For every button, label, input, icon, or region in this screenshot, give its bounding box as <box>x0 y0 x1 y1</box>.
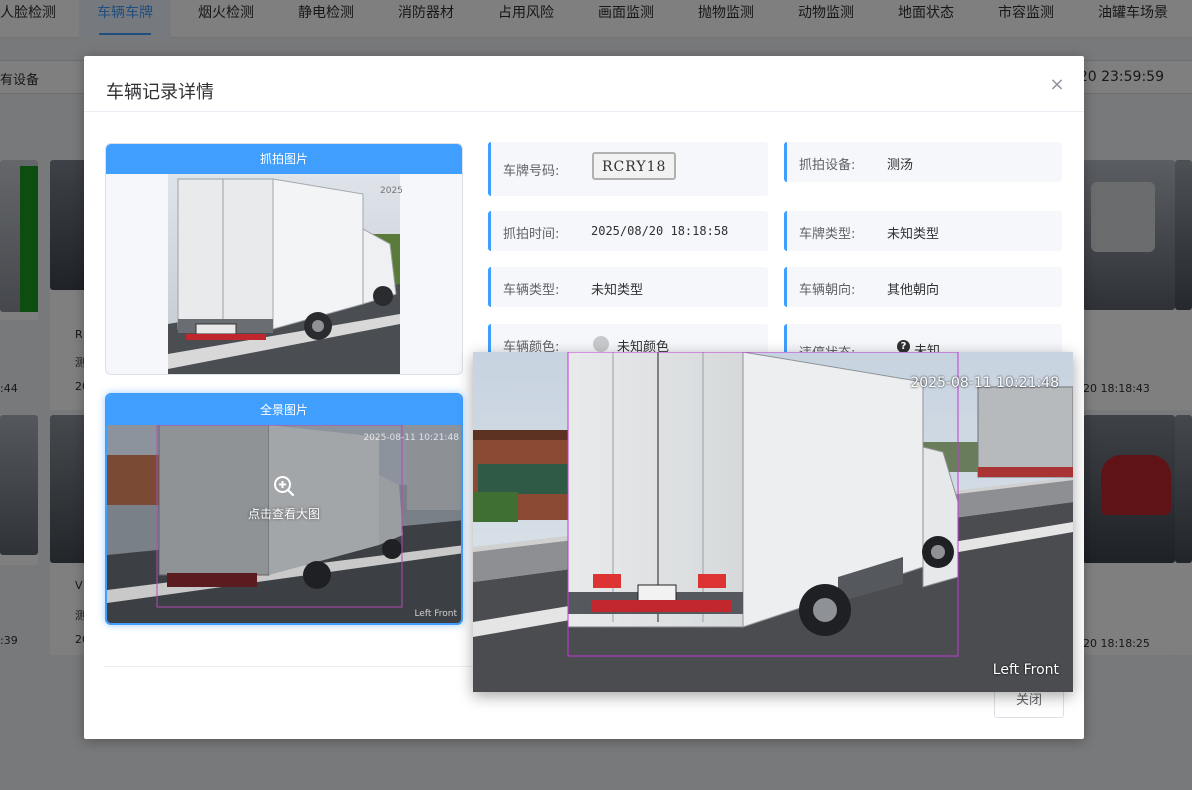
capture-time-label: 抓拍时间: <box>503 227 560 242</box>
zoom-in-icon <box>274 476 295 497</box>
capture-time-field: 抓拍时间: 2025/08/20 18:18:58 <box>488 211 768 251</box>
plate-number-field: 车牌号码: RCRY18 <box>488 142 768 196</box>
zoom-hint-label: 点击查看大图 <box>247 507 320 521</box>
vehicle-direction-label: 车辆朝向: <box>799 283 856 298</box>
vehicle-type-field: 车辆类型: 未知类型 <box>488 267 768 307</box>
capture-device-value: 测汤 <box>887 158 914 173</box>
image-magnifier-popup[interactable]: 2025-08-11 10:21:48 Left Front <box>473 352 1073 692</box>
vehicle-direction-field: 车辆朝向: 其他朝向 <box>784 267 1062 307</box>
capture-image-panel[interactable]: 抓拍图片 2025 <box>105 143 463 375</box>
capture-device-label: 抓拍设备: <box>799 158 856 173</box>
close-icon[interactable]: × <box>1048 76 1066 94</box>
magnified-timestamp: 2025-08-11 10:21:48 <box>910 375 1059 391</box>
color-swatch-icon <box>593 336 609 352</box>
dialog-title: 车辆记录详情 <box>106 82 214 103</box>
plate-number-label: 车牌号码: <box>503 164 560 179</box>
plate-type-label: 车牌类型: <box>799 227 856 242</box>
plate-number-value: RCRY18 <box>592 152 677 180</box>
capture-stamp: 2025 <box>380 186 403 196</box>
zoom-hint[interactable]: 点击查看大图 <box>107 475 461 522</box>
divider <box>84 111 1084 112</box>
magnified-view-label: Left Front <box>992 662 1059 678</box>
magnified-scene-image <box>473 352 1073 692</box>
full-image-title: 全景图片 <box>107 395 461 425</box>
vehicle-type-label: 车辆类型: <box>503 283 560 298</box>
full-image-stamp: 2025-08-11 10:21:48 <box>363 433 459 443</box>
full-image-view: Left Front <box>414 609 457 619</box>
plate-type-value: 未知类型 <box>887 227 940 242</box>
vehicle-type-value: 未知类型 <box>591 283 644 298</box>
capture-image <box>168 174 400 374</box>
plate-type-field: 车牌类型: 未知类型 <box>784 211 1062 251</box>
capture-time-value: 2025/08/20 18:18:58 <box>591 224 729 238</box>
full-image-panel[interactable]: 全景图片 2025-08-11 10:21:48 Left Front 点击查看… <box>105 393 463 625</box>
full-scene-image <box>107 425 461 623</box>
vehicle-direction-value: 其他朝向 <box>887 283 940 298</box>
capture-image-title: 抓拍图片 <box>106 144 462 174</box>
capture-device-field: 抓拍设备: 测汤 <box>784 142 1062 182</box>
